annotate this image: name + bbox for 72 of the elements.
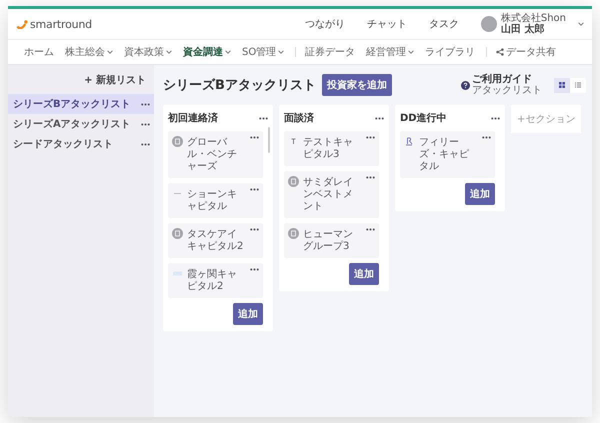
chevron-down-icon — [578, 22, 584, 26]
header-link[interactable]: チャット — [366, 17, 407, 31]
building-icon — [172, 136, 183, 147]
list-view-icon — [575, 82, 581, 88]
share-icon — [496, 48, 504, 56]
investor-card[interactable]: タスケアイキャピタル2 — [168, 223, 263, 258]
more-icon[interactable] — [141, 122, 150, 126]
new-list-link[interactable]: + 新規リスト — [84, 73, 146, 87]
scrollbar[interactable] — [268, 127, 270, 153]
more-icon[interactable] — [366, 176, 375, 179]
list-item[interactable]: シードアタックリスト — [8, 134, 154, 154]
investor-name: テストキャピタル3 — [303, 136, 354, 161]
investor-card[interactable]: ヒューマングループ3 — [284, 223, 379, 258]
investor-card[interactable]: グローバル・ベンチャーズ — [168, 131, 263, 178]
company-name: 株式会社Shon — [500, 13, 566, 24]
column-title: DD進行中 — [400, 112, 447, 125]
investor-name: フィリーズ・キャピタル — [419, 136, 470, 173]
more-icon[interactable] — [491, 116, 500, 120]
more-icon[interactable] — [141, 142, 150, 146]
investor-card[interactable]: サミダレインベストメント — [284, 171, 379, 218]
investor-card[interactable]: ショーンキャピタル — [168, 183, 263, 218]
nav-link[interactable]: 株主総会 — [65, 45, 113, 59]
nav-link[interactable]: 証券データ — [305, 45, 356, 59]
investor-card[interactable]: 霞ヶ関キャピタル2 — [168, 263, 263, 298]
nav-link[interactable]: SO管理 — [242, 45, 284, 59]
nav-link[interactable]: データ共有 — [496, 45, 556, 59]
logo-icon — [16, 20, 28, 28]
more-icon[interactable] — [250, 136, 259, 139]
add-investor-button[interactable]: 投資家を追加 — [322, 74, 392, 96]
investor-name: サミダレインベストメント — [303, 176, 354, 213]
more-icon[interactable] — [366, 228, 375, 231]
more-icon[interactable] — [250, 268, 259, 271]
page-title: シリーズBアタックリスト — [163, 77, 316, 94]
help-icon[interactable] — [461, 80, 470, 90]
building-icon — [288, 176, 299, 187]
nav-link[interactable]: 経営管理 — [366, 45, 414, 59]
nav-link[interactable]: ホーム — [24, 45, 54, 59]
logo-icon — [404, 136, 415, 147]
more-icon[interactable] — [375, 116, 384, 120]
list-item[interactable]: シリーズBアタックリスト — [8, 94, 154, 114]
investor-card[interactable]: フィリーズ・キャピタル — [400, 131, 495, 178]
more-icon[interactable] — [141, 102, 150, 106]
investor-name: 霞ヶ関キャピタル2 — [187, 268, 238, 293]
more-icon[interactable] — [259, 116, 268, 120]
investor-card[interactable]: テストキャピタル3 — [284, 131, 379, 166]
add-button[interactable]: 追加 — [465, 183, 495, 205]
guide-subtitle: アタックリスト — [472, 85, 542, 96]
brand-name: smartround — [30, 18, 92, 30]
column-title: 初回連絡済 — [168, 111, 218, 125]
investor-name: ヒューマングループ3 — [303, 228, 354, 253]
more-icon[interactable] — [250, 228, 259, 231]
nav-link[interactable]: ライブラリ — [425, 45, 476, 59]
header-link[interactable]: つながり — [304, 17, 345, 31]
more-icon[interactable] — [250, 188, 259, 191]
investor-name: グローバル・ベンチャーズ — [187, 136, 238, 173]
nav-link[interactable]: 資本政策 — [124, 45, 172, 59]
nav-link[interactable]: 資金調達 — [183, 45, 231, 59]
add-button[interactable]: 追加 — [233, 303, 263, 325]
column-title: 面談済 — [284, 111, 314, 125]
view-toggle[interactable] — [554, 78, 570, 92]
grid-view-icon — [559, 82, 565, 88]
investor-name: タスケアイキャピタル2 — [187, 228, 244, 253]
building-icon — [288, 228, 299, 239]
list-item[interactable]: シリーズAアタックリスト — [8, 114, 154, 134]
add-button[interactable]: 追加 — [349, 263, 379, 285]
investor-name: ショーンキャピタル — [187, 188, 238, 213]
guide-link[interactable]: ご利用ガイド — [472, 74, 542, 85]
building-icon — [172, 228, 183, 239]
user-name: 山田 太郎 — [500, 24, 546, 35]
header-link[interactable]: タスク — [428, 17, 459, 31]
more-icon[interactable] — [366, 136, 375, 139]
more-icon[interactable] — [482, 136, 491, 139]
